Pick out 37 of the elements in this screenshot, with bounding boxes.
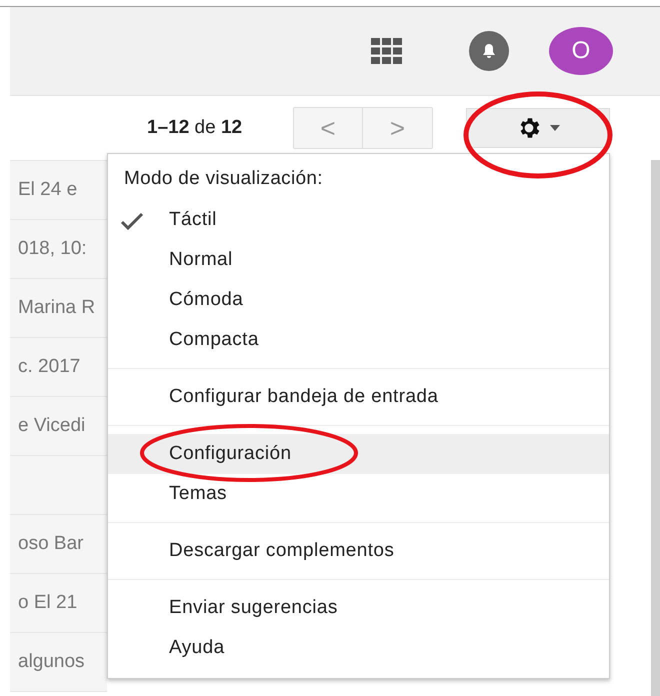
message-row[interactable]: Marina R xyxy=(10,279,107,338)
message-row[interactable]: c. 2017 xyxy=(10,338,107,397)
scrollbar[interactable] xyxy=(651,160,660,696)
caret-icon xyxy=(550,125,560,131)
next-page-button[interactable]: > xyxy=(363,107,433,149)
message-row[interactable]: El 24 e xyxy=(10,161,107,220)
message-row[interactable]: oso Bar xyxy=(10,515,107,574)
settings-button[interactable] xyxy=(466,108,610,148)
menu-item[interactable]: Descargar complementos xyxy=(108,531,609,571)
message-row[interactable]: algunos xyxy=(10,633,107,692)
menu-item[interactable]: Configuración xyxy=(108,434,609,474)
checkmark-icon xyxy=(120,212,144,230)
menu-item[interactable]: Táctil xyxy=(108,200,609,240)
menu-item[interactable]: Compacta xyxy=(108,320,609,360)
message-snippet: Marina R xyxy=(17,297,96,319)
message-snippet: c. 2017 xyxy=(17,356,80,378)
menu-heading: Modo de visualización: xyxy=(123,168,324,191)
previous-page-button[interactable]: < xyxy=(293,107,363,149)
message-snippet: e Vicedi xyxy=(17,415,86,437)
menu-item[interactable]: Normal xyxy=(108,240,609,280)
account-avatar[interactable]: O xyxy=(549,27,613,75)
menu-item[interactable]: Cómoda xyxy=(108,280,609,320)
message-snippet: o El 21 xyxy=(17,592,78,614)
message-snippet: 018, 10: xyxy=(17,238,87,260)
menu-item[interactable]: Configurar bandeja de entrada xyxy=(108,377,609,417)
pagination-count: 1–12 de 12 xyxy=(147,117,244,139)
message-row[interactable]: e Vicedi xyxy=(10,397,107,456)
apps-grid-icon[interactable] xyxy=(371,38,403,64)
notification-bell-icon[interactable] xyxy=(469,31,509,71)
menu-item[interactable]: Ayuda xyxy=(108,628,609,668)
message-snippet: El 24 e xyxy=(17,179,78,201)
message-row[interactable]: o El 21 xyxy=(10,574,107,633)
message-snippet: oso Bar xyxy=(17,533,84,555)
menu-item[interactable]: Enviar sugerencias xyxy=(108,588,609,628)
menu-item[interactable]: Temas xyxy=(108,474,609,514)
message-row[interactable]: 018, 10: xyxy=(10,220,107,279)
message-snippet: algunos xyxy=(17,651,85,673)
